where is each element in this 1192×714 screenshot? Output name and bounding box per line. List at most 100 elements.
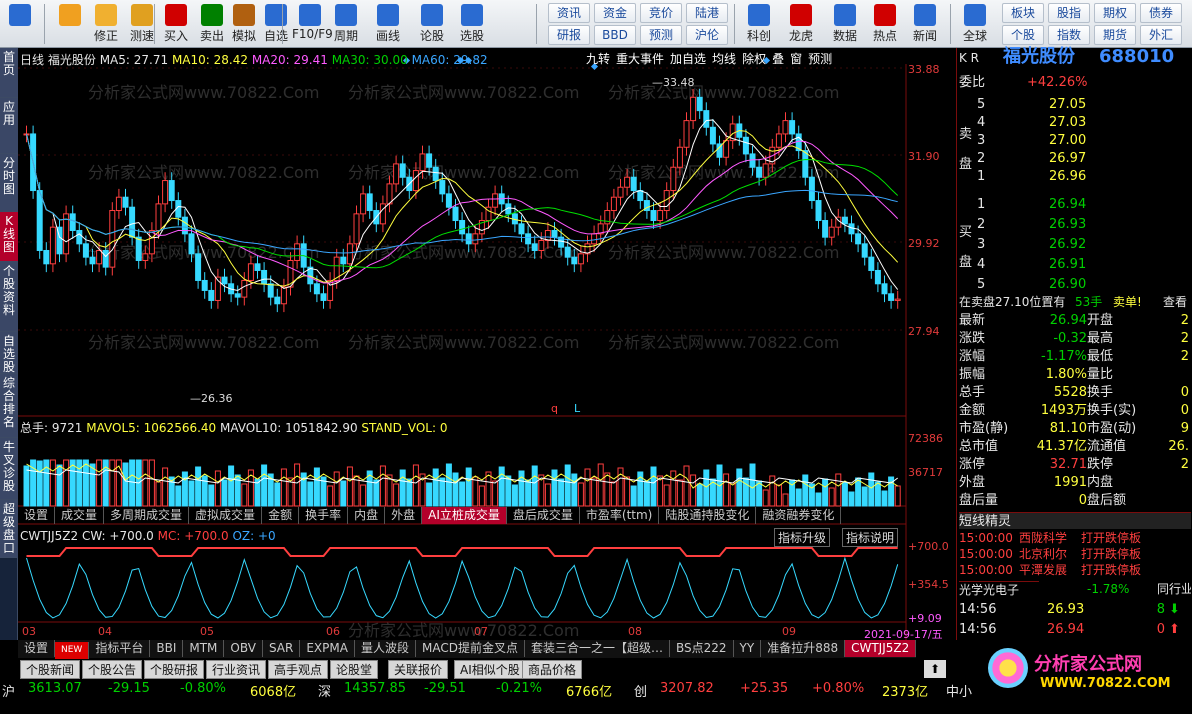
nav-tab-6[interactable]: 综合排名	[0, 374, 18, 438]
nav-tab-4[interactable]: 个股资料	[0, 262, 18, 332]
chart-top-button[interactable]: 均线	[712, 52, 736, 66]
sell-price[interactable]: 26.96	[1049, 168, 1109, 185]
nav-tab-0[interactable]: 首页	[0, 48, 18, 98]
formula-tab[interactable]: MTM	[183, 640, 225, 657]
toolbar-period-button[interactable]: 周期	[328, 2, 364, 46]
toolbar-news-button[interactable]: 新闻	[906, 2, 944, 46]
market-button[interactable]: 债券	[1140, 3, 1182, 23]
order-view-link[interactable]: 查看	[1163, 294, 1191, 311]
market-button[interactable]: 期权	[1094, 3, 1136, 23]
formula-tab[interactable]: 指标平台	[89, 640, 151, 657]
info-tab[interactable]: 论股堂	[330, 660, 379, 679]
buy-price[interactable]: 26.93	[1049, 216, 1109, 233]
market-button[interactable]: 股指	[1048, 3, 1090, 23]
toolbar-back-arrow-button[interactable]	[52, 2, 88, 46]
info-tab[interactable]: 行业资讯	[206, 660, 267, 679]
chart-top-button[interactable]: 除权	[742, 52, 766, 66]
nav-tab-7[interactable]: 牛叉诊股	[0, 438, 18, 500]
index-name[interactable]: 沪	[2, 681, 15, 700]
sell-price[interactable]: 26.97	[1049, 150, 1109, 167]
indicator-tab[interactable]: 换手率	[299, 507, 349, 524]
sector-name[interactable]: 光学光电子	[959, 581, 1039, 598]
quick-button[interactable]: BBD	[594, 25, 636, 45]
sell-price[interactable]: 27.03	[1049, 114, 1109, 131]
market-button[interactable]: 外汇	[1140, 25, 1182, 45]
toolbar-dragon-button[interactable]: 龙虎	[782, 2, 820, 46]
toolbar-home-button[interactable]: 自选	[258, 2, 294, 46]
chart-top-button[interactable]: 预测	[808, 52, 832, 66]
toolbar-fire-button[interactable]: 热点	[866, 2, 904, 46]
quick-button[interactable]: 预测	[640, 25, 682, 45]
quick-button[interactable]: 竞价	[640, 3, 682, 23]
formula-tab[interactable]: 量人波段	[355, 640, 416, 657]
info-tab[interactable]: 个股新闻	[20, 660, 81, 679]
indicator-tab[interactable]: 内盘	[348, 507, 386, 524]
market-button[interactable]: 期货	[1094, 25, 1136, 45]
buy-price[interactable]: 26.92	[1049, 236, 1109, 253]
indicator-help-button[interactable]: 指标说明	[842, 528, 899, 547]
info-tab[interactable]: 高手观点	[268, 660, 329, 679]
toolbar-hammer-button[interactable]: 模拟	[226, 2, 262, 46]
chart-top-button[interactable]: 九转	[586, 52, 610, 66]
sell-price[interactable]: 27.05	[1049, 96, 1109, 113]
indicator-tab[interactable]: 多周期成交量	[104, 507, 190, 524]
indicator-tab[interactable]: 陆股通持股变化	[659, 507, 757, 524]
formula-tab[interactable]: SAR	[263, 640, 301, 657]
toolbar-refresh-button[interactable]: 修正	[88, 2, 124, 46]
info-tab[interactable]: 关联报价	[388, 660, 449, 679]
chart-area[interactable]: 分析家公式网www.70822.Com 分析家公式网www.70822.Com 分析…	[18, 48, 956, 640]
formula-tab[interactable]: BS点222	[670, 640, 734, 657]
indicator-tab[interactable]: 外盘	[385, 507, 423, 524]
info-tab[interactable]: 个股公告	[82, 660, 143, 679]
index-name[interactable]: 创	[634, 681, 647, 700]
formula-tab[interactable]: 套装三合一之一【超级…	[525, 640, 670, 657]
formula-tab[interactable]: 准备拉升888	[761, 640, 846, 657]
toolbar-pencil-button[interactable]: 画线	[370, 2, 406, 46]
quick-button[interactable]: 资金	[594, 3, 636, 23]
toolbar-globe-button[interactable]: 全球	[956, 2, 994, 46]
news-stock[interactable]: 西陇科学	[1019, 530, 1079, 547]
formula-tab[interactable]: YY	[734, 640, 762, 657]
quick-button[interactable]: 研报	[548, 25, 590, 45]
nav-tab-5[interactable]: 自选股	[0, 332, 18, 374]
toolbar-f10-button[interactable]: F10/F9	[292, 2, 333, 46]
indicator-tab[interactable]: 虚拟成交量	[189, 507, 263, 524]
formula-tab[interactable]: OBV	[224, 640, 263, 657]
toolbar-discuss-button[interactable]: 论股	[414, 2, 450, 46]
formula-tab[interactable]: 设置	[18, 640, 56, 657]
formula-tab[interactable]: MACD提前金叉点	[416, 640, 525, 657]
market-button[interactable]: 板块	[1002, 3, 1044, 23]
indicator-tab[interactable]: 设置	[18, 507, 56, 524]
index-mid-label[interactable]: 中小	[946, 681, 972, 700]
sell-price[interactable]: 27.00	[1049, 132, 1109, 149]
info-tab[interactable]: AI相似个股	[454, 660, 526, 679]
index-name[interactable]: 深	[318, 681, 331, 700]
kline-chart[interactable]: 分析家公式网www.70822.Com 分析家公式网www.70822.Com 分析…	[18, 48, 956, 640]
quick-button[interactable]: 资讯	[548, 3, 590, 23]
indicator-tab[interactable]: 成交量	[55, 507, 105, 524]
indicator-tab[interactable]: 金额	[262, 507, 300, 524]
toolbar-select-button[interactable]: 选股	[454, 2, 490, 46]
scroll-up-icon[interactable]: ⬆	[924, 660, 946, 678]
nav-tab-8[interactable]: 超级盘口	[0, 500, 18, 558]
formula-tab[interactable]: CWTJJ5Z2	[845, 640, 917, 657]
indicator-tab[interactable]: 市盈率(ttm)	[580, 507, 660, 524]
indicator-tab[interactable]: 融资融券变化	[756, 507, 842, 524]
formula-tab[interactable]: BBI	[150, 640, 184, 657]
toolbar-sell-button[interactable]: 卖出	[194, 2, 230, 46]
formula-tab[interactable]: NEW	[55, 642, 90, 659]
chart-top-button[interactable]: 叠	[772, 52, 784, 66]
chart-top-button[interactable]: 重大事件	[616, 52, 664, 66]
market-button[interactable]: 个股	[1002, 25, 1044, 45]
toolbar-buy-button[interactable]: 买入	[158, 2, 194, 46]
buy-price[interactable]: 26.90	[1049, 276, 1109, 293]
quick-button[interactable]: 陆港	[686, 3, 728, 23]
info-tab[interactable]: 商品价格	[522, 660, 583, 679]
chart-top-button[interactable]: 加自选	[670, 52, 706, 66]
indicator-upgrade-button[interactable]: 指标升级	[774, 528, 831, 547]
info-tab[interactable]: 个股研报	[144, 660, 205, 679]
buy-price[interactable]: 26.91	[1049, 256, 1109, 273]
toolbar-grid-button[interactable]	[2, 2, 38, 46]
toolbar-kechuang-button[interactable]: 科创	[740, 2, 778, 46]
indicator-tab[interactable]: AI立桩成交量	[422, 507, 507, 524]
